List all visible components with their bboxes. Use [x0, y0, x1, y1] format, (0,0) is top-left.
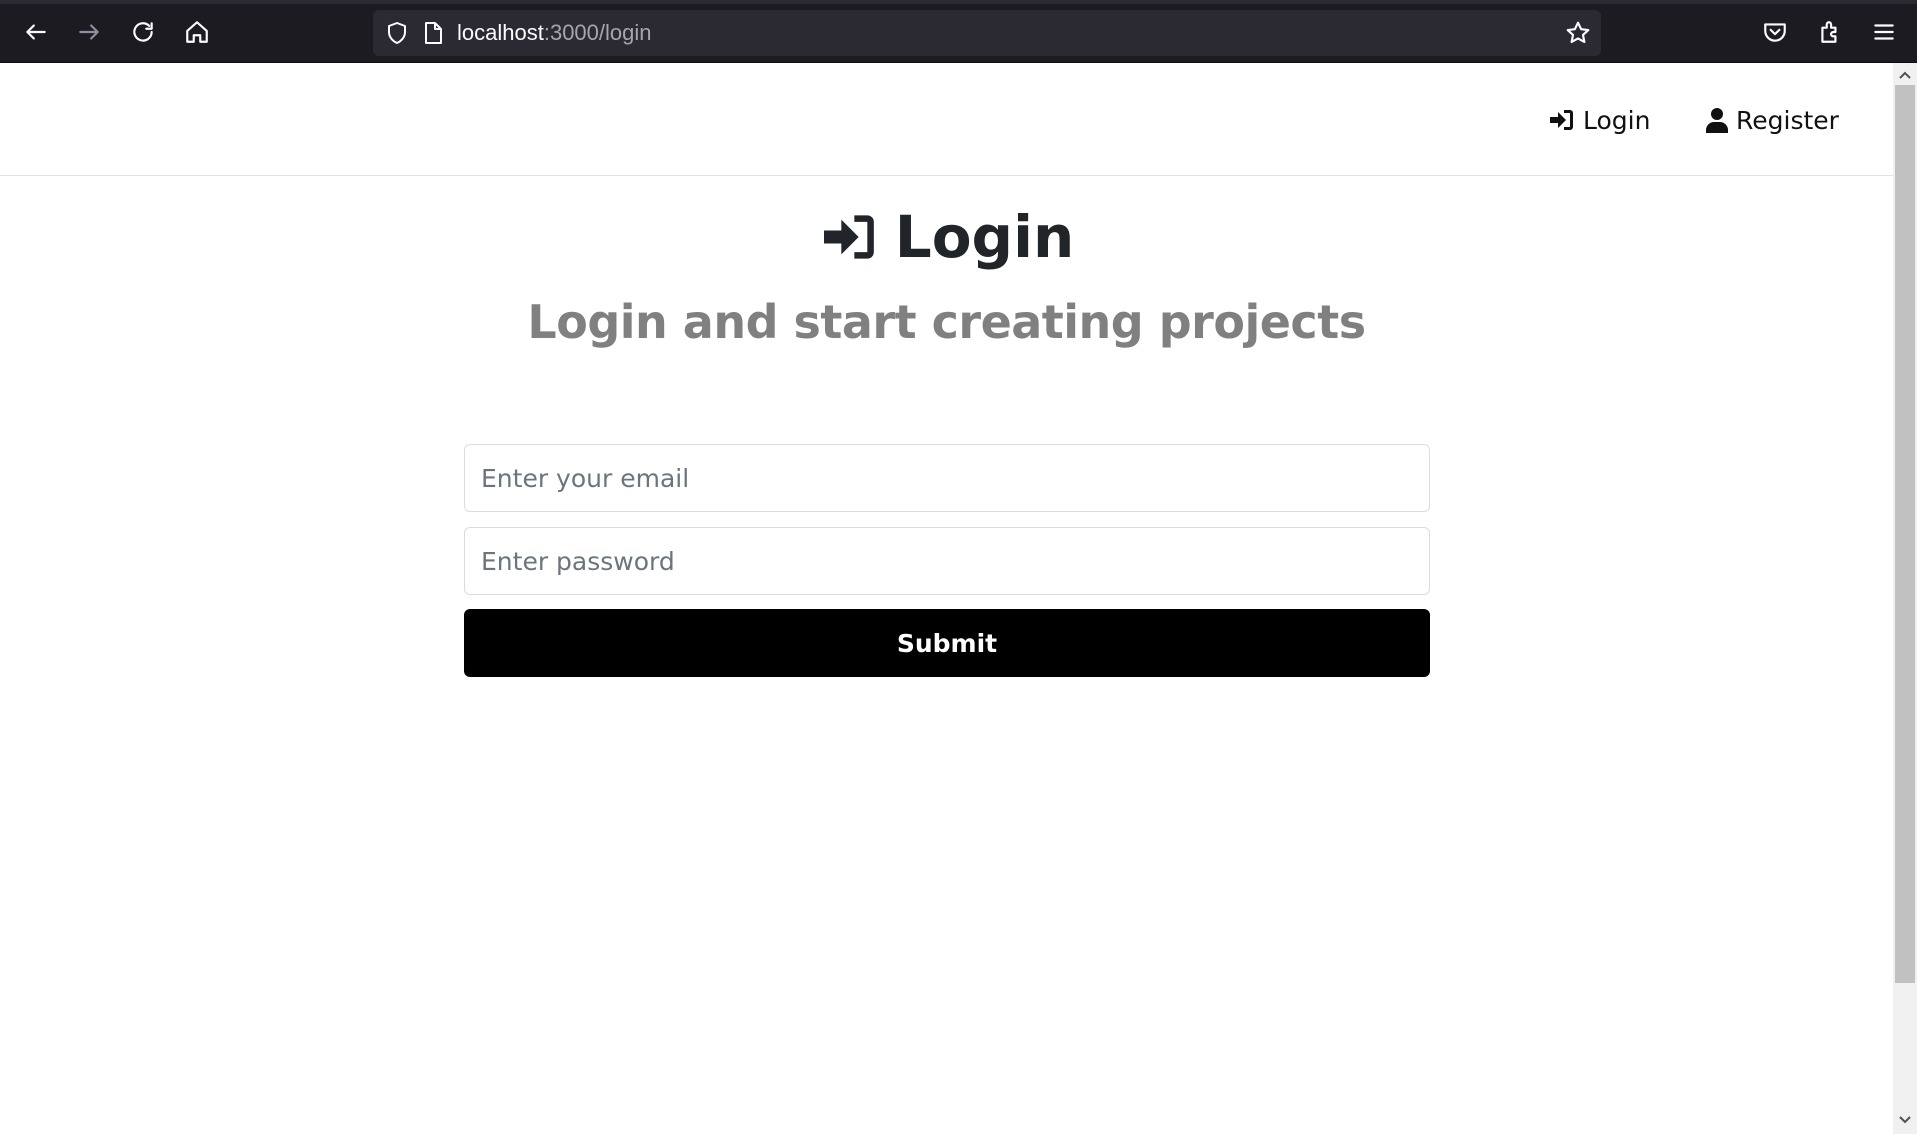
home-icon[interactable] — [177, 14, 217, 50]
page-viewport: Login Register Login Login and start cre… — [0, 63, 1893, 1134]
page-subtitle: Login and start creating projects — [527, 295, 1366, 349]
star-icon[interactable] — [1563, 18, 1593, 48]
page-scrollbar[interactable] — [1893, 63, 1917, 1134]
sign-in-icon — [1550, 110, 1573, 130]
page-icon[interactable] — [419, 19, 447, 47]
email-field[interactable] — [464, 444, 1430, 512]
password-field[interactable] — [464, 527, 1430, 595]
url-bar[interactable]: localhost:3000/login — [373, 10, 1601, 56]
pocket-icon[interactable] — [1755, 14, 1795, 50]
shield-icon[interactable] — [383, 19, 411, 47]
scroll-up-icon[interactable] — [1897, 67, 1913, 83]
nav-register-label: Register — [1736, 105, 1839, 135]
page-title-text: Login — [894, 203, 1075, 271]
scroll-down-icon[interactable] — [1897, 1112, 1913, 1128]
nav-login-link[interactable]: Login — [1549, 103, 1650, 137]
browser-toolbar: localhost:3000/login — [0, 0, 1917, 63]
site-navbar: Login Register — [0, 63, 1893, 176]
url-text[interactable]: localhost:3000/login — [457, 20, 652, 46]
sign-in-icon — [823, 215, 874, 259]
submit-button[interactable]: Submit — [464, 609, 1430, 677]
menu-icon[interactable] — [1864, 14, 1904, 50]
user-icon — [1706, 108, 1728, 133]
forward-icon[interactable] — [69, 14, 109, 50]
page-title: Login — [0, 203, 1893, 271]
url-host: localhost — [457, 20, 544, 45]
url-path: :3000/login — [543, 20, 652, 45]
back-icon[interactable] — [16, 14, 56, 50]
nav-login-label: Login — [1583, 105, 1651, 135]
scroll-thumb[interactable] — [1895, 85, 1915, 983]
reload-icon[interactable] — [123, 14, 163, 50]
nav-register-link[interactable]: Register — [1706, 103, 1839, 137]
extensions-icon[interactable] — [1810, 14, 1850, 50]
